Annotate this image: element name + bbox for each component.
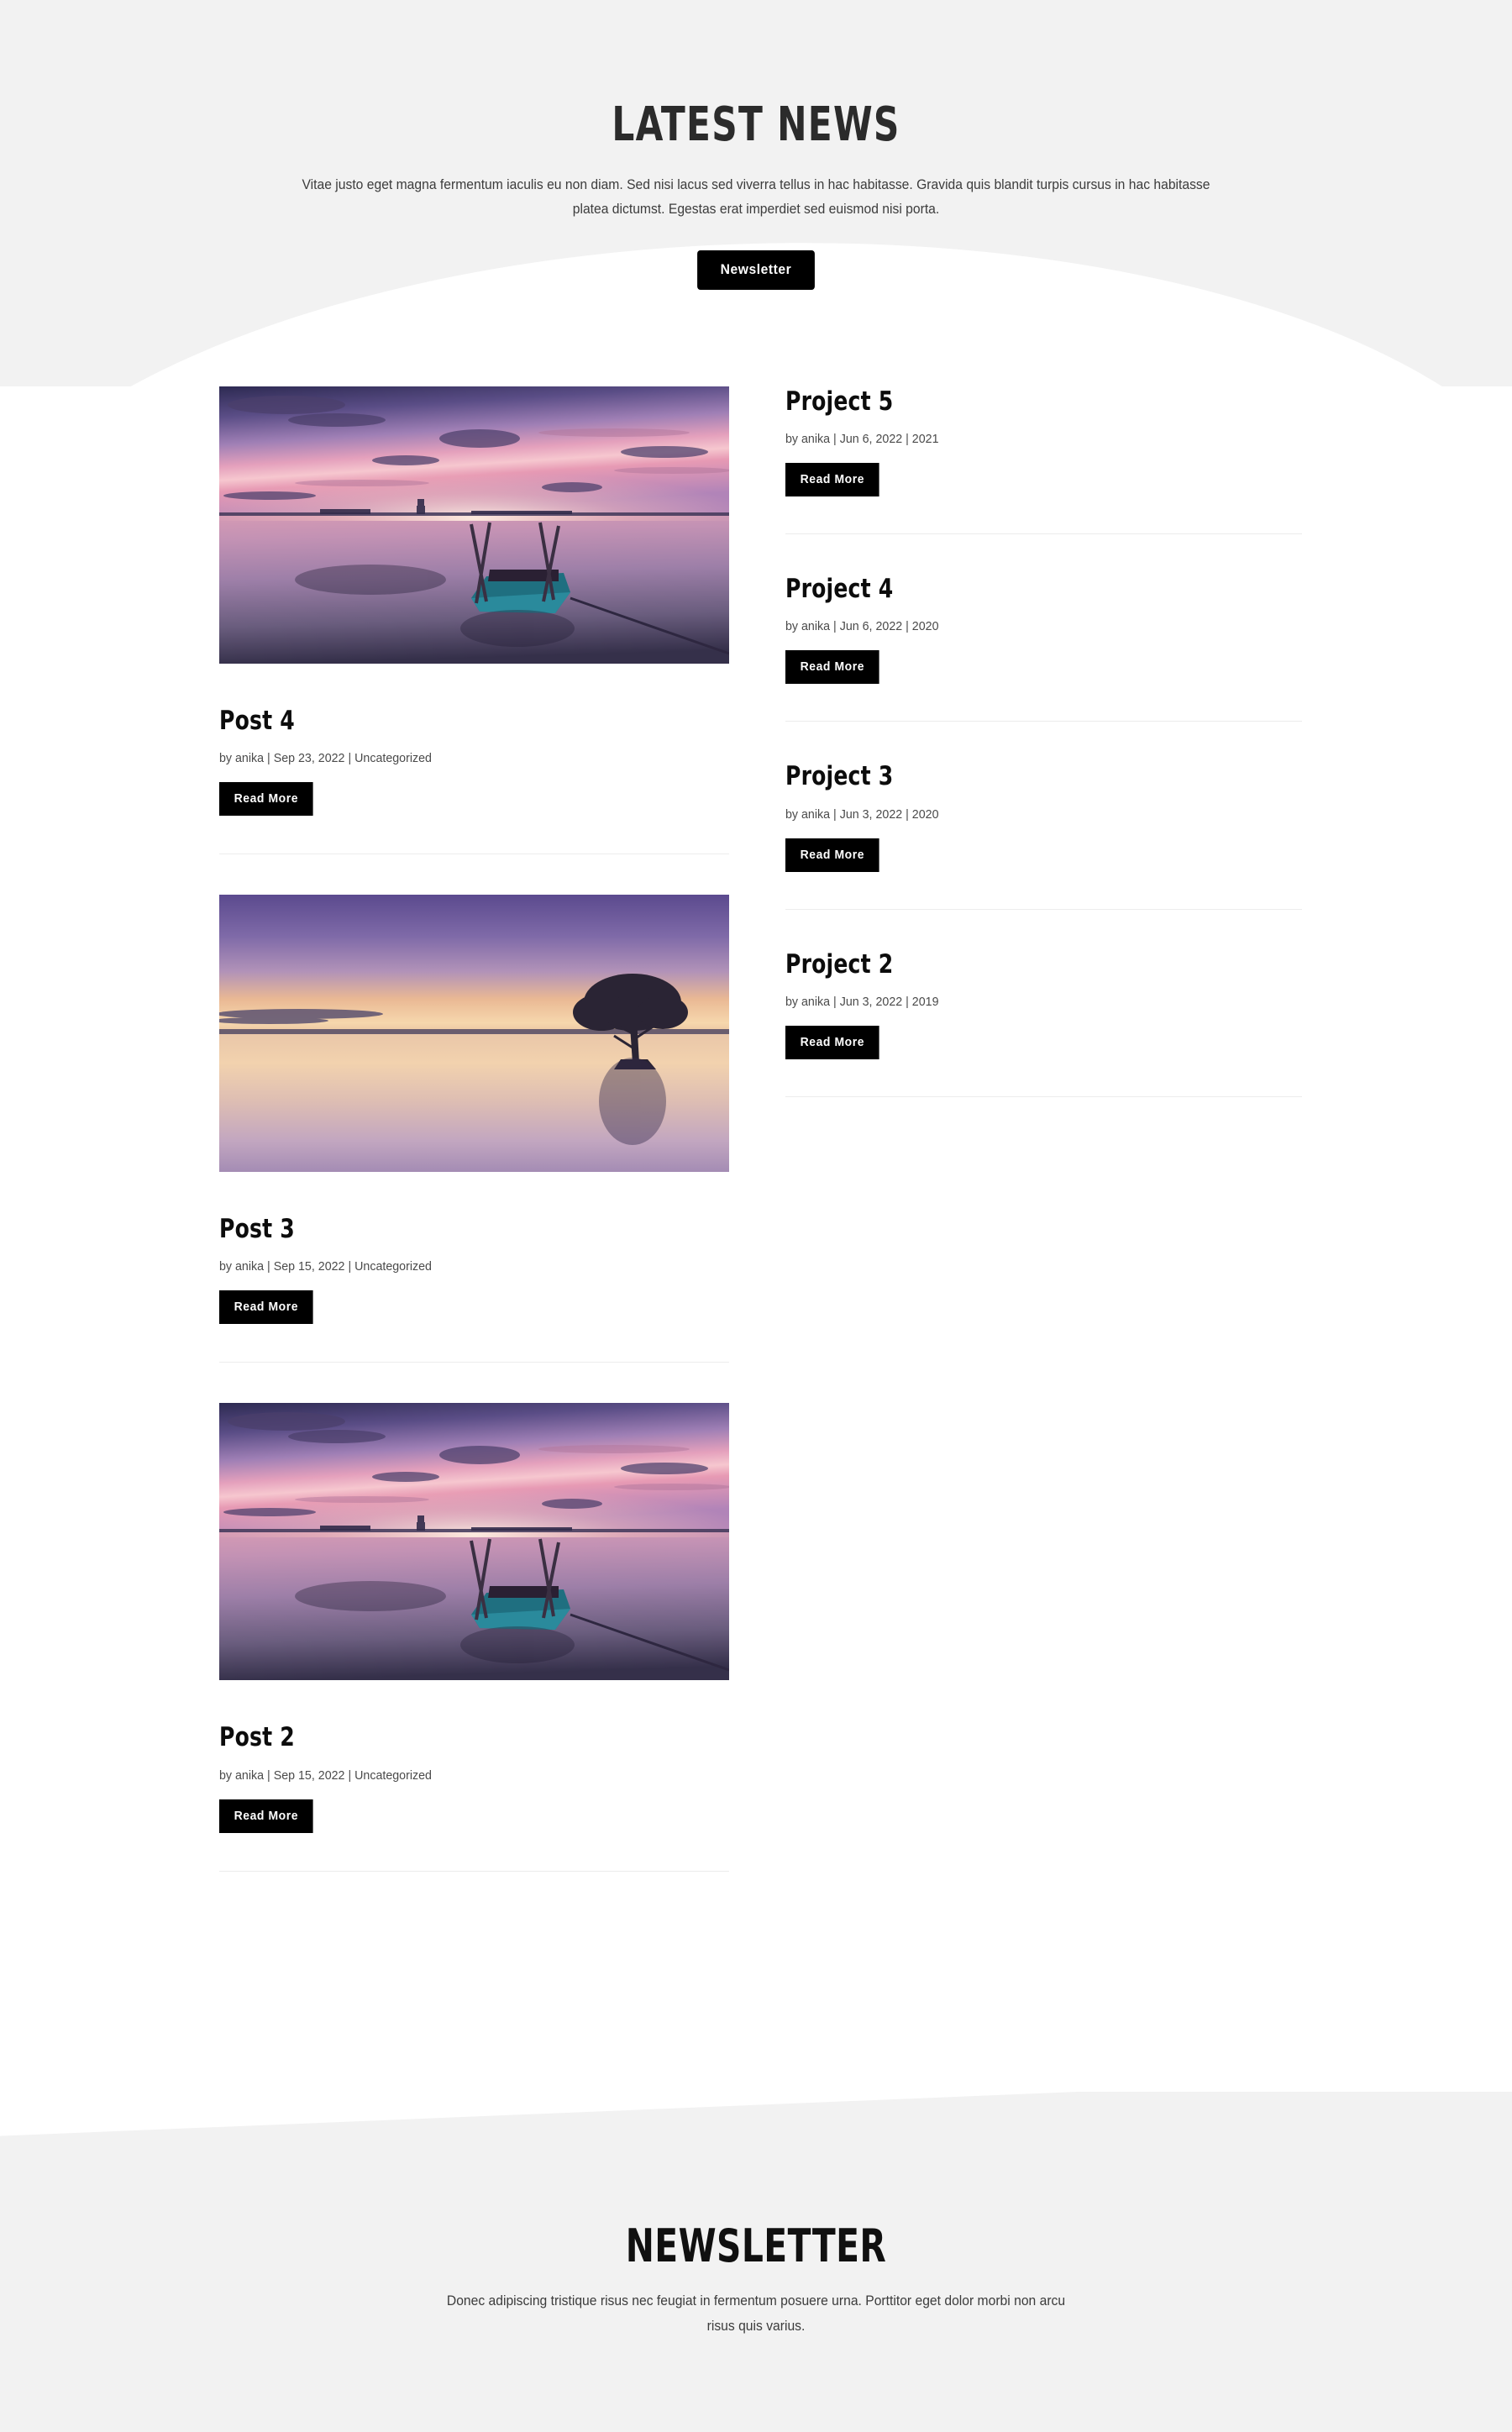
content-grid: Post 4 by anika | Sep 23, 2022 | Uncateg… <box>219 386 1302 1872</box>
projects-column: Project 5 by anika | Jun 6, 2022 | 2021 … <box>785 386 1302 1872</box>
project-meta: by anika | Jun 3, 2022 | 2019 <box>785 994 939 1009</box>
project-meta: by anika | Jun 3, 2022 | 2020 <box>785 806 939 822</box>
page-title: LATEST NEWS <box>612 97 900 152</box>
project-title[interactable]: Project 3 <box>785 761 1251 792</box>
post-title[interactable]: Post 4 <box>219 706 678 737</box>
post-title[interactable]: Post 3 <box>219 1214 678 1245</box>
main-content: Post 4 by anika | Sep 23, 2022 | Uncateg… <box>0 386 1512 2092</box>
latest-news-page: LATEST NEWS Vitae justo eget magna ferme… <box>0 0 1512 2432</box>
post-meta: by anika | Sep 15, 2022 | Uncategorized <box>219 1768 432 1783</box>
project-title[interactable]: Project 4 <box>785 574 1251 605</box>
post-card: Post 2 by anika | Sep 15, 2022 | Uncateg… <box>219 1403 729 1872</box>
newsletter-content: NEWSLETTER Donec adipiscing tristique ri… <box>0 2092 1512 2340</box>
post-title[interactable]: Post 2 <box>219 1722 678 1753</box>
post-meta: by anika | Sep 15, 2022 | Uncategorized <box>219 1259 432 1274</box>
post-image-boat-sunset[interactable] <box>219 386 729 664</box>
project-title[interactable]: Project 5 <box>785 386 1251 418</box>
read-more-button[interactable]: Read More <box>785 1025 879 1059</box>
hero-description: Vitae justo eget magna fermentum iaculis… <box>302 176 1210 217</box>
newsletter-title: NEWSLETTER <box>625 2219 887 2272</box>
newsletter-button[interactable]: Newsletter <box>697 250 815 291</box>
hero-section: LATEST NEWS Vitae justo eget magna ferme… <box>0 0 1512 386</box>
read-more-button[interactable]: Read More <box>219 1799 313 1833</box>
post-card: Post 3 by anika | Sep 15, 2022 | Uncateg… <box>219 895 729 1363</box>
project-meta: by anika | Jun 6, 2022 | 2021 <box>785 432 939 447</box>
project-card: Project 3 by anika | Jun 3, 2022 | 2020 … <box>785 761 1302 910</box>
read-more-button[interactable]: Read More <box>219 782 313 817</box>
post-image-lone-tree-dusk[interactable] <box>219 895 729 1173</box>
project-divider <box>785 1095 1302 1097</box>
newsletter-section: NEWSLETTER Donec adipiscing tristique ri… <box>0 2092 1512 2432</box>
post-divider <box>219 1870 729 1872</box>
post-card: Post 4 by anika | Sep 23, 2022 | Uncateg… <box>219 386 729 855</box>
newsletter-description: Donec adipiscing tristique risus nec feu… <box>446 2293 1066 2335</box>
project-card: Project 4 by anika | Jun 6, 2022 | 2020 … <box>785 574 1302 722</box>
post-image-boat-sunset[interactable] <box>219 1403 729 1681</box>
hero-content: LATEST NEWS Vitae justo eget magna ferme… <box>0 0 1512 291</box>
read-more-button[interactable]: Read More <box>785 463 879 497</box>
project-title[interactable]: Project 2 <box>785 949 1251 980</box>
posts-column: Post 4 by anika | Sep 23, 2022 | Uncateg… <box>219 386 729 1872</box>
read-more-button[interactable]: Read More <box>785 650 879 685</box>
post-meta: by anika | Sep 23, 2022 | Uncategorized <box>219 751 432 766</box>
project-card: Project 2 by anika | Jun 3, 2022 | 2019 … <box>785 949 1302 1097</box>
project-card: Project 5 by anika | Jun 6, 2022 | 2021 … <box>785 386 1302 535</box>
read-more-button[interactable]: Read More <box>219 1290 313 1325</box>
project-meta: by anika | Jun 6, 2022 | 2020 <box>785 619 939 634</box>
read-more-button[interactable]: Read More <box>785 838 879 872</box>
